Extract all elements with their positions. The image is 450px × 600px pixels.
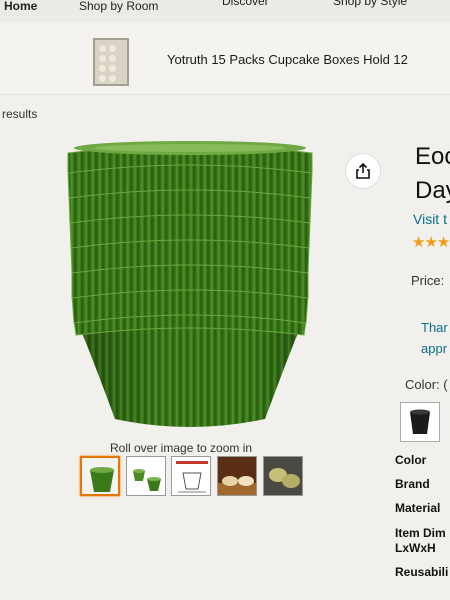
promo-note-line-2: appr: [421, 341, 448, 356]
nav-home[interactable]: Home: [4, 0, 37, 13]
thumbnail-baked-cupcakes[interactable]: [217, 456, 257, 496]
visit-store-link[interactable]: Visit t: [413, 211, 447, 227]
spec-item-dimensions-label: Item Dim: [395, 526, 446, 540]
top-nav: Home Shop by Room Discover Shop by Style: [0, 0, 450, 22]
nav-discover[interactable]: Discover: [222, 0, 269, 8]
banner-product-thumbnail[interactable]: [93, 38, 129, 86]
spec-brand-label: Brand: [395, 477, 430, 491]
thumbnail-green-cups[interactable]: [80, 456, 120, 496]
back-to-results-link[interactable]: results: [2, 107, 37, 121]
spec-color-label: Color: [395, 453, 427, 467]
thumbnail-cups-in-use[interactable]: [126, 456, 166, 496]
sponsored-banner[interactable]: Yotruth 15 Packs Cupcake Boxes Hold 12: [0, 24, 450, 95]
thumbnail-size-chart[interactable]: [171, 456, 211, 496]
product-title: Eoc Day: [415, 140, 450, 208]
share-button[interactable]: [345, 153, 381, 189]
product-title-line-2: Day: [415, 177, 450, 204]
rating-stars[interactable]: ★★★: [412, 233, 450, 251]
promo-note-line-1: Thar: [421, 320, 448, 335]
spec-lxwxh-label: LxWxH: [395, 541, 436, 555]
price-label: Price:: [411, 273, 445, 288]
nav-shop-by-room[interactable]: Shop by Room: [79, 0, 158, 13]
share-icon: [356, 162, 370, 179]
nav-shop-by-style[interactable]: Shop by Style: [333, 0, 407, 8]
banner-product-title[interactable]: Yotruth 15 Packs Cupcake Boxes Hold 12: [167, 52, 408, 67]
zoom-hint: Roll over image to zoom in: [110, 441, 253, 455]
color-swatch[interactable]: [400, 402, 440, 442]
main-product-image[interactable]: [60, 135, 320, 435]
spec-reusability-label: Reusabili: [395, 565, 449, 579]
thumbnail-filled-cups[interactable]: [263, 456, 303, 496]
promo-note[interactable]: Thar appr: [421, 317, 448, 359]
color-label: Color: (: [405, 377, 448, 392]
spec-material-label: Material: [395, 501, 441, 515]
product-title-line-1: Eoc: [415, 143, 450, 170]
